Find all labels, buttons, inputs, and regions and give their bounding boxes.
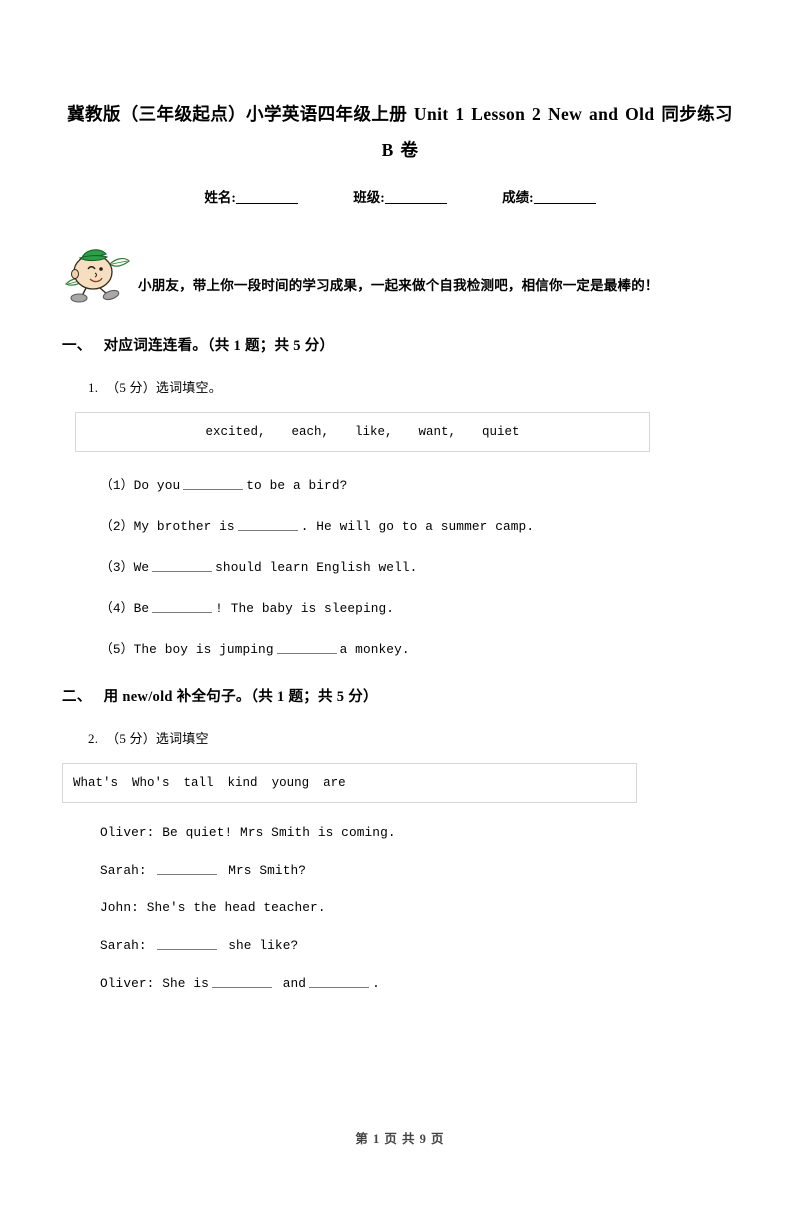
- sub-question-1-2: （2）My brother is . He will go to a summer…: [100, 515, 738, 534]
- dialogue-line-5: Oliver: She is and.: [100, 975, 738, 991]
- sub-question-text-after: ! The baby is sleeping.: [215, 601, 395, 616]
- dialogue-speaker: Sarah:: [100, 863, 147, 878]
- answer-blank[interactable]: [157, 937, 218, 950]
- sub-question-label: （2）: [100, 519, 134, 534]
- worksheet-page: 冀教版（三年级起点）小学英语四年级上册 Unit 1 Lesson 2 New …: [0, 96, 800, 1228]
- dialogue-line-1: Oliver: Be quiet! Mrs Smith is coming.: [100, 825, 738, 840]
- cartoon-student-mascot-icon: [62, 244, 132, 306]
- dialogue-speaker: John:: [100, 900, 139, 915]
- answer-blank[interactable]: [152, 559, 213, 572]
- wordbank-2-word: Who's: [132, 776, 170, 790]
- sub-question-label: （1）: [100, 478, 134, 493]
- student-name-label: 姓名:: [204, 190, 236, 205]
- sub-question-1-3: （3）We should learn English well.: [100, 556, 738, 575]
- sub-question-label: （3）: [100, 560, 134, 575]
- dialogue-speaker: Oliver:: [100, 976, 155, 991]
- section-number-2: 二、: [62, 689, 92, 705]
- dialogue-conjunction: and: [282, 976, 307, 991]
- dialogue-text: She is: [162, 976, 209, 991]
- page-number-text: 第 1 页 共 9 页: [355, 1132, 445, 1146]
- sub-question-text-before: We: [133, 560, 150, 575]
- question-1-prompt: 1. （5 分）选词填空。: [88, 377, 738, 396]
- sub-question-text-before: Do you: [133, 478, 181, 493]
- wordbank-2-word: young: [271, 776, 310, 790]
- sub-question-1-1: （1）Do you to be a bird?: [100, 474, 738, 493]
- sub-question-text-after: . He will go to a summer camp.: [300, 519, 535, 534]
- student-name-blank[interactable]: [235, 190, 298, 204]
- wordbank-1-word: quiet: [482, 425, 520, 439]
- dialogue-line-3: John: She's the head teacher.: [100, 900, 738, 915]
- student-score-field[interactable]: 成绩:: [502, 186, 596, 206]
- wordbank-1-word: want,: [418, 425, 457, 439]
- answer-blank[interactable]: [237, 518, 298, 531]
- student-score-blank[interactable]: [533, 190, 596, 204]
- question-1-text: （5 分）选词填空。: [106, 380, 222, 395]
- student-info-row: 姓名: 班级: 成绩:: [0, 186, 800, 206]
- dialogue-text: Be quiet! Mrs Smith is coming.: [162, 825, 396, 840]
- page-footer: 第 1 页 共 9 页: [0, 1128, 800, 1147]
- sub-question-text-before: Be: [133, 601, 150, 616]
- sub-question-1-5: （5）The boy is jumping a monkey.: [100, 638, 738, 657]
- student-class-label: 班级:: [353, 190, 385, 205]
- wordbank-1-word: excited,: [205, 425, 266, 439]
- sub-question-label: （5）: [100, 642, 134, 657]
- section-title-2: 用 new/old 补全句子。（共 1 题；共 5 分）: [103, 689, 378, 705]
- section-heading-2: 二、用 new/old 补全句子。（共 1 题；共 5 分）: [62, 685, 738, 706]
- answer-blank[interactable]: [276, 641, 337, 654]
- wordbank-2: What's Who's tall kind young are: [62, 763, 637, 803]
- intro-text: 小朋友，带上你一段时间的学习成果，一起来做个自我检测吧，相信你一定是最棒的！: [138, 278, 659, 293]
- sub-question-1-4: （4）Be ! The baby is sleeping.: [100, 597, 738, 616]
- dialogue-line-2: Sarah: Mrs Smith?: [100, 862, 738, 878]
- wordbank-1-word: each,: [291, 425, 329, 439]
- sub-question-text-after: should learn English well.: [215, 560, 418, 575]
- answer-blank[interactable]: [183, 477, 244, 490]
- section-heading-1: 一、 对应词连连看。（共 1 题；共 5 分）: [62, 334, 738, 355]
- answer-blank[interactable]: [309, 975, 370, 988]
- dialogue-text: she like?: [228, 938, 299, 953]
- student-class-blank[interactable]: [384, 190, 447, 204]
- question-1-number: 1.: [88, 380, 99, 395]
- wordbank-2-word: tall: [183, 776, 214, 790]
- dialogue-line-4: Sarah: she like?: [100, 937, 738, 953]
- answer-blank[interactable]: [157, 862, 218, 875]
- sub-question-text-after: a monkey.: [339, 642, 410, 657]
- answer-blank[interactable]: [152, 600, 213, 613]
- wordbank-2-word: are: [323, 776, 346, 790]
- dialogue-speaker: Oliver:: [100, 825, 155, 840]
- student-name-field[interactable]: 姓名:: [204, 186, 298, 206]
- question-2-prompt: 2. （5 分）选词填空: [88, 728, 738, 747]
- dialogue-speaker: Sarah:: [100, 938, 147, 953]
- question-2-number: 2.: [88, 731, 99, 746]
- student-score-label: 成绩:: [502, 190, 534, 205]
- sub-question-text-before: My brother is: [133, 519, 235, 534]
- student-class-field[interactable]: 班级:: [353, 186, 447, 206]
- sub-question-text-after: to be a bird?: [246, 478, 348, 493]
- sub-question-text-before: The boy is jumping: [133, 642, 274, 657]
- dialogue-text: Mrs Smith?: [228, 863, 307, 878]
- section-title-1: 对应词连连看。（共 1 题；共 5 分）: [103, 338, 335, 354]
- question-2-text: （5 分）选词填空: [106, 731, 209, 746]
- wordbank-1: excited, each, like, want, quiet: [75, 412, 650, 452]
- sub-question-label: （4）: [100, 601, 134, 616]
- section-number-1: 一、: [62, 338, 92, 354]
- wordbank-2-word: What's: [73, 776, 119, 790]
- dialogue-text: She's the head teacher.: [146, 900, 326, 915]
- dialogue-text-after: .: [372, 976, 380, 991]
- title-block: 冀教版（三年级起点）小学英语四年级上册 Unit 1 Lesson 2 New …: [62, 96, 738, 168]
- page-title: 冀教版（三年级起点）小学英语四年级上册 Unit 1 Lesson 2 New …: [67, 104, 733, 160]
- intro-row: 小朋友，带上你一段时间的学习成果，一起来做个自我检测吧，相信你一定是最棒的！: [62, 244, 738, 306]
- wordbank-1-word: like,: [354, 425, 393, 439]
- wordbank-2-word: kind: [227, 776, 258, 790]
- answer-blank[interactable]: [211, 975, 272, 988]
